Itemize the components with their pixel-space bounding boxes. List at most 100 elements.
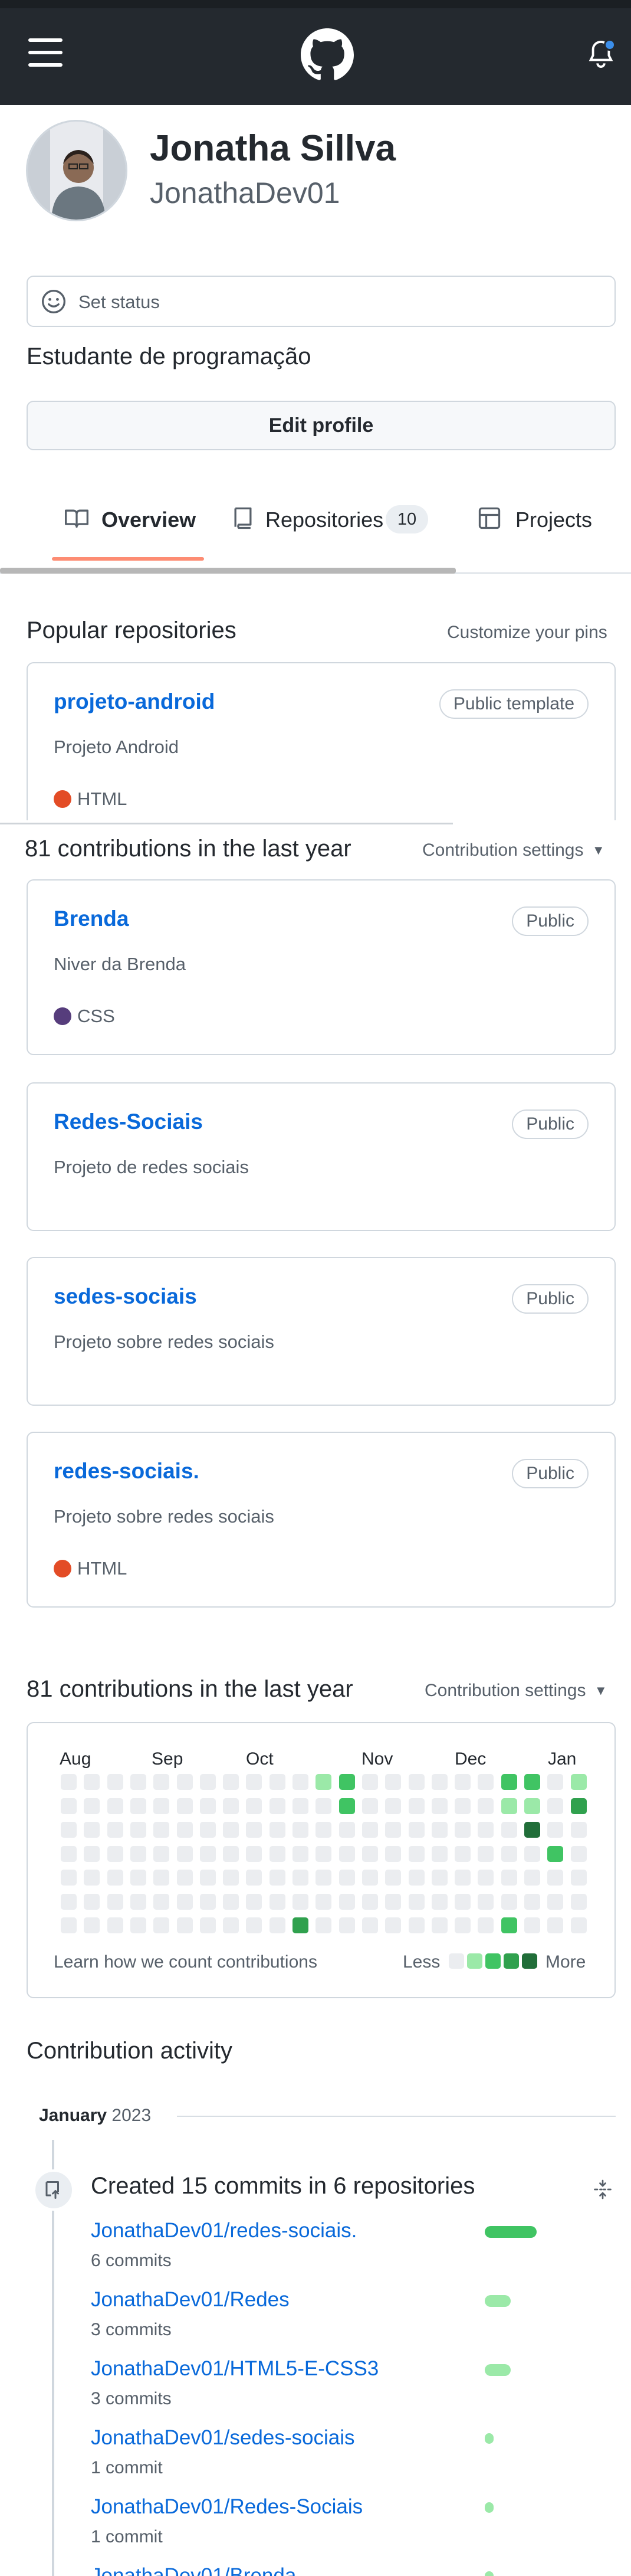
contribution-day[interactable] [176, 1870, 193, 1886]
contribution-day[interactable] [316, 1893, 332, 1910]
contribution-day[interactable] [455, 1870, 471, 1886]
contribution-day[interactable] [61, 1893, 77, 1910]
tabs-scrollbar[interactable] [0, 568, 456, 574]
contribution-day[interactable] [246, 1822, 262, 1838]
repo-name-link[interactable]: Redes-Sociais [54, 1109, 203, 1134]
contribution-day[interactable] [361, 1870, 378, 1886]
contribution-day[interactable] [361, 1917, 378, 1933]
contribution-day[interactable] [338, 1822, 355, 1838]
avatar[interactable] [26, 120, 127, 221]
contribution-day[interactable] [153, 1774, 170, 1790]
contribution-day[interactable] [176, 1845, 193, 1862]
contribution-day[interactable] [501, 1798, 517, 1814]
contribution-day[interactable] [223, 1870, 239, 1886]
contribution-day[interactable] [501, 1774, 517, 1790]
contribution-day[interactable] [547, 1870, 564, 1886]
contribution-day[interactable] [570, 1870, 587, 1886]
contribution-day[interactable] [431, 1774, 448, 1790]
contribution-day[interactable] [61, 1917, 77, 1933]
contribution-day[interactable] [501, 1845, 517, 1862]
contribution-day[interactable] [107, 1845, 123, 1862]
contribution-day[interactable] [501, 1917, 517, 1933]
contribution-day[interactable] [153, 1917, 170, 1933]
contribution-day[interactable] [316, 1774, 332, 1790]
contribution-day[interactable] [547, 1822, 564, 1838]
contribution-day[interactable] [408, 1798, 425, 1814]
contribution-day[interactable] [524, 1870, 540, 1886]
contribution-day[interactable] [478, 1870, 494, 1886]
contribution-day[interactable] [223, 1798, 239, 1814]
contribution-day[interactable] [84, 1917, 100, 1933]
contribution-day[interactable] [153, 1845, 170, 1862]
contribution-day[interactable] [431, 1870, 448, 1886]
contribution-day[interactable] [316, 1798, 332, 1814]
contribution-day[interactable] [431, 1917, 448, 1933]
contribution-day[interactable] [293, 1774, 308, 1790]
contribution-day[interactable] [547, 1798, 564, 1814]
contribution-day[interactable] [478, 1798, 494, 1814]
contribution-day[interactable] [338, 1774, 355, 1790]
contribution-day[interactable] [385, 1893, 402, 1910]
contribution-day[interactable] [316, 1870, 332, 1886]
contribution-day[interactable] [385, 1774, 402, 1790]
contribution-day[interactable] [501, 1822, 517, 1838]
contribution-day[interactable] [431, 1893, 448, 1910]
contribution-day[interactable] [338, 1893, 355, 1910]
github-logo-icon[interactable] [301, 28, 354, 81]
contribution-day[interactable] [361, 1774, 378, 1790]
contribution-day[interactable] [246, 1845, 262, 1862]
contribution-day[interactable] [316, 1917, 332, 1933]
repo-name-link[interactable]: redes-sociais. [54, 1459, 199, 1484]
contribution-settings-button[interactable]: Contribution settings ▼ [425, 1681, 607, 1701]
contribution-day[interactable] [153, 1870, 170, 1886]
contribution-day[interactable] [223, 1774, 239, 1790]
activity-repo-link[interactable]: JonathaDev01/Redes [91, 2288, 290, 2312]
contribution-day[interactable] [269, 1774, 285, 1790]
contribution-day[interactable] [293, 1845, 308, 1862]
contribution-day[interactable] [455, 1798, 471, 1814]
contribution-day[interactable] [223, 1822, 239, 1838]
customize-pins-link[interactable]: Customize your pins [447, 623, 607, 643]
contribution-day[interactable] [501, 1893, 517, 1910]
contribution-day[interactable] [547, 1845, 564, 1862]
repo-name-link[interactable]: projeto-android [54, 689, 215, 714]
contribution-day[interactable] [176, 1774, 193, 1790]
contribution-day[interactable] [176, 1798, 193, 1814]
contribution-day[interactable] [107, 1822, 123, 1838]
contribution-day[interactable] [153, 1893, 170, 1910]
contribution-day[interactable] [246, 1893, 262, 1910]
contribution-day[interactable] [130, 1917, 146, 1933]
contribution-day[interactable] [478, 1917, 494, 1933]
sticky-contribution-settings-button[interactable]: Contribution settings ▼ [422, 840, 605, 860]
contribution-day[interactable] [293, 1870, 308, 1886]
contribution-day[interactable] [524, 1822, 540, 1838]
contribution-day[interactable] [246, 1870, 262, 1886]
contribution-day[interactable] [107, 1917, 123, 1933]
contribution-day[interactable] [199, 1798, 216, 1814]
contribution-day[interactable] [570, 1917, 587, 1933]
contribution-day[interactable] [107, 1870, 123, 1886]
contribution-day[interactable] [524, 1845, 540, 1862]
contribution-day[interactable] [408, 1774, 425, 1790]
contribution-day[interactable] [84, 1822, 100, 1838]
contribution-day[interactable] [570, 1893, 587, 1910]
repo-name-link[interactable]: Brenda [54, 906, 129, 931]
contribution-day[interactable] [153, 1798, 170, 1814]
contribution-day[interactable] [199, 1822, 216, 1838]
contribution-day[interactable] [246, 1798, 262, 1814]
contribution-day[interactable] [107, 1774, 123, 1790]
contribution-day[interactable] [547, 1917, 564, 1933]
contribution-day[interactable] [501, 1870, 517, 1886]
activity-repo-link[interactable]: JonathaDev01/HTML5-E-CSS3 [91, 2357, 379, 2381]
contribution-day[interactable] [84, 1774, 100, 1790]
contribution-day[interactable] [524, 1893, 540, 1910]
contribution-day[interactable] [431, 1822, 448, 1838]
contribution-day[interactable] [385, 1845, 402, 1862]
contribution-day[interactable] [199, 1845, 216, 1862]
contribution-day[interactable] [385, 1917, 402, 1933]
contribution-day[interactable] [455, 1845, 471, 1862]
learn-contributions-link[interactable]: Learn how we count contributions [54, 1952, 317, 1972]
contribution-day[interactable] [431, 1798, 448, 1814]
contribution-day[interactable] [293, 1917, 308, 1933]
contribution-day[interactable] [361, 1822, 378, 1838]
